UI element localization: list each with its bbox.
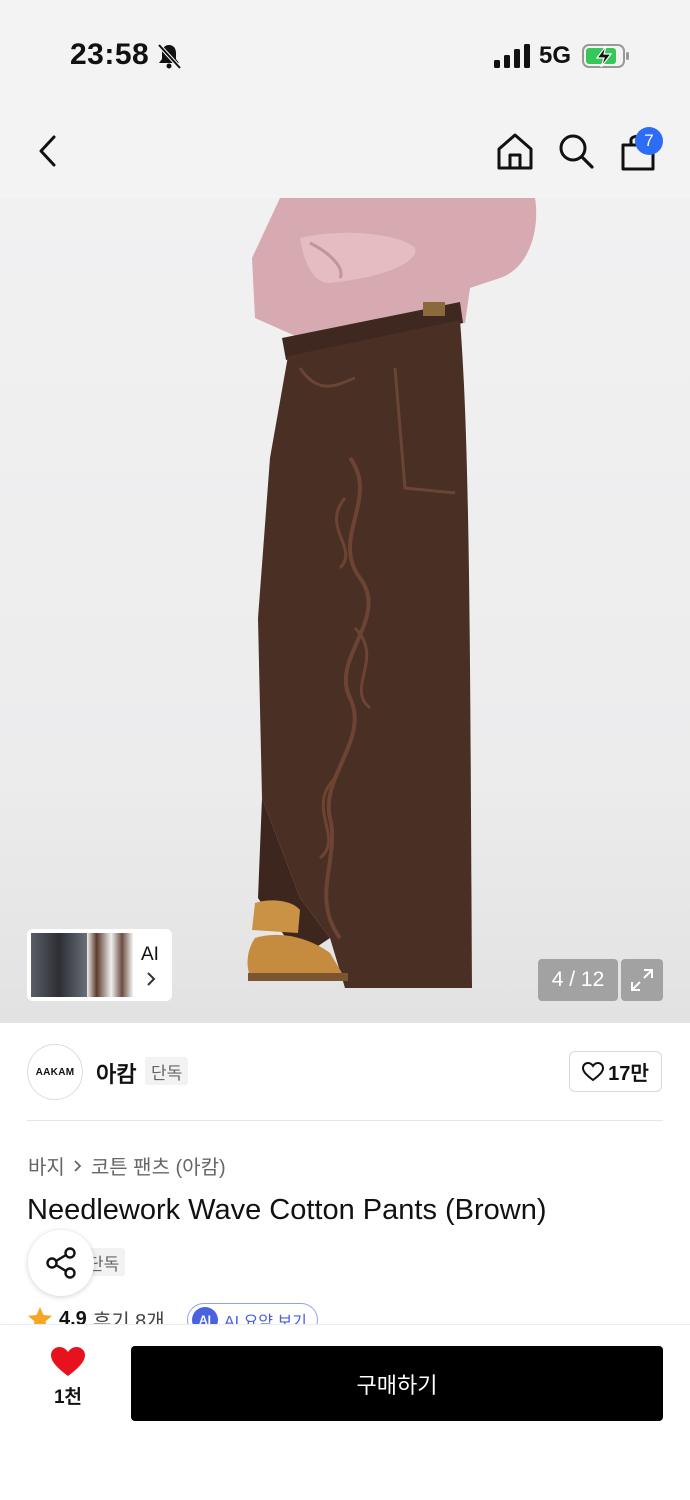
bell-muted-icon bbox=[157, 43, 182, 70]
share-icon bbox=[46, 1247, 76, 1279]
chevron-right-icon bbox=[74, 1159, 82, 1172]
product-page: 23:58 5G 7 AI 4 / 12 AAKAM 아캄 단독 17만 바지 … bbox=[0, 0, 690, 1500]
image-counter: 4 / 12 bbox=[538, 959, 618, 1001]
search-button[interactable] bbox=[552, 127, 600, 175]
ai-label: AI bbox=[141, 944, 159, 965]
breadcrumb-subcategory[interactable]: 코튼 팬츠 (아캄) bbox=[91, 1151, 226, 1180]
top-nav bbox=[0, 100, 690, 200]
heart-filled-icon bbox=[51, 1347, 85, 1376]
thumbnail-3[interactable] bbox=[111, 933, 133, 997]
thumbnail-2[interactable] bbox=[87, 933, 111, 997]
back-button[interactable] bbox=[24, 127, 72, 175]
status-bar: 23:58 5G bbox=[0, 0, 690, 100]
expand-button[interactable] bbox=[621, 959, 663, 1001]
brand-logo[interactable]: AAKAM bbox=[27, 1044, 83, 1100]
exclusive-tag: 단독 bbox=[145, 1057, 189, 1085]
home-icon bbox=[497, 133, 533, 170]
battery-charging-icon bbox=[582, 44, 629, 68]
breadcrumb: 바지 코튼 팬츠 (아캄) bbox=[28, 1151, 226, 1180]
favorite-button[interactable]: 1천 bbox=[40, 1346, 96, 1420]
divider bbox=[27, 1120, 663, 1121]
favorite-count: 1천 bbox=[53, 1387, 83, 1408]
product-title: Needlework Wave Cotton Pants (Brown) bbox=[27, 1194, 547, 1226]
brand-like-button[interactable]: 17만 bbox=[569, 1051, 662, 1092]
brand-name[interactable]: 아캄 bbox=[96, 1057, 136, 1089]
search-icon bbox=[559, 134, 594, 169]
breadcrumb-category[interactable]: 바지 bbox=[28, 1151, 65, 1180]
status-time: 23:58 bbox=[70, 38, 150, 71]
thumbnail-1[interactable] bbox=[31, 933, 87, 997]
chevron-right-icon bbox=[147, 972, 156, 986]
brand-like-count: 17만 bbox=[608, 1063, 649, 1085]
network-type: 5G bbox=[539, 42, 572, 69]
buy-button[interactable]: 구매하기 bbox=[131, 1346, 663, 1421]
home-button[interactable] bbox=[491, 127, 539, 175]
heart-outline-icon bbox=[582, 1061, 605, 1081]
share-button[interactable] bbox=[28, 1230, 94, 1296]
signal-icon bbox=[494, 44, 530, 68]
product-image[interactable] bbox=[0, 198, 690, 1023]
cart-count-badge: 7 bbox=[635, 127, 663, 155]
pants-photo bbox=[247, 198, 537, 988]
expand-icon bbox=[631, 969, 653, 991]
chevron-left-icon bbox=[39, 135, 56, 167]
